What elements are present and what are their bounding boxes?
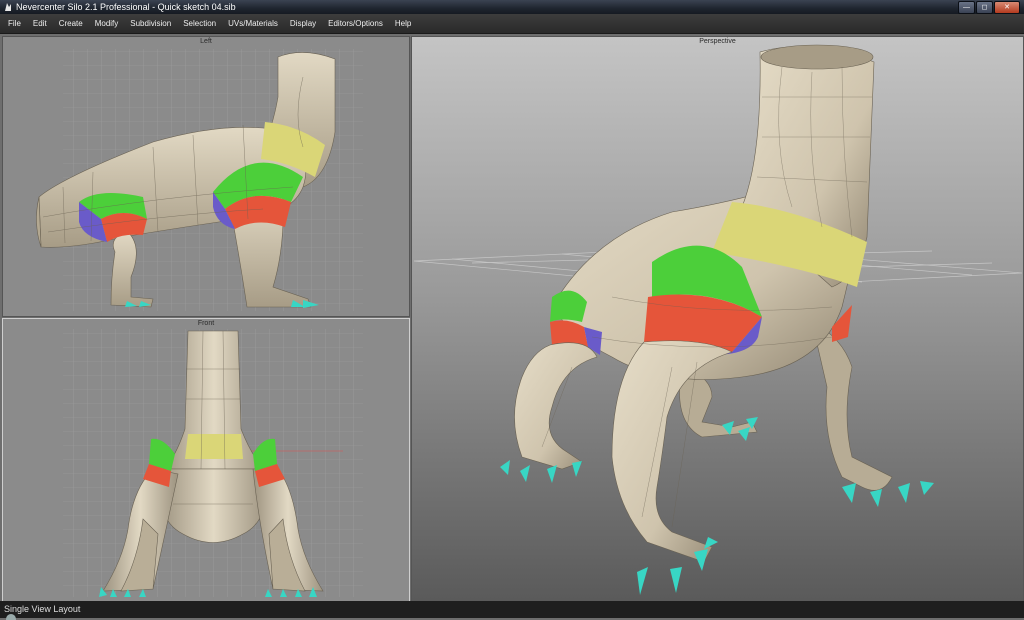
menu-subdivision[interactable]: Subdivision <box>124 19 177 28</box>
close-icon: ✕ <box>1004 4 1010 11</box>
creature-mesh-perspective <box>500 44 934 595</box>
menu-uvs-materials[interactable]: UVs/Materials <box>222 19 284 28</box>
menu-edit[interactable]: Edit <box>27 19 53 28</box>
menu-selection[interactable]: Selection <box>177 19 222 28</box>
perspective-view-canvas <box>413 44 1023 595</box>
layout-toggle-icon[interactable] <box>6 614 16 620</box>
minimize-button[interactable]: — <box>958 1 975 14</box>
silo-app-icon <box>5 3 11 11</box>
status-text: Single View Layout <box>4 604 81 614</box>
menu-display[interactable]: Display <box>284 19 322 28</box>
menu-file[interactable]: File <box>0 19 27 28</box>
menu-bar: File Edit Create Modify Subdivision Sele… <box>0 14 1024 34</box>
title-bar: Nevercenter Silo 2.1 Professional - Quic… <box>0 0 1024 14</box>
viewport-left[interactable]: Left <box>2 36 410 317</box>
maximize-icon: ◻ <box>981 4 988 11</box>
menu-modify[interactable]: Modify <box>89 19 125 28</box>
menu-editors-options[interactable]: Editors/Options <box>322 19 389 28</box>
status-bar: Single View Layout <box>0 601 1024 620</box>
front-view-canvas <box>63 329 363 597</box>
window-title: Nevercenter Silo 2.1 Professional - Quic… <box>16 2 236 12</box>
claws <box>500 417 934 595</box>
menu-help[interactable]: Help <box>389 19 417 28</box>
minimize-icon: — <box>963 4 970 11</box>
close-button[interactable]: ✕ <box>994 1 1020 14</box>
viewport-perspective[interactable]: Perspective <box>411 36 1024 602</box>
maximize-button[interactable]: ◻ <box>976 1 993 14</box>
menu-create[interactable]: Create <box>53 19 89 28</box>
left-view-canvas <box>36 49 363 311</box>
viewport-front[interactable]: Front <box>2 318 410 602</box>
